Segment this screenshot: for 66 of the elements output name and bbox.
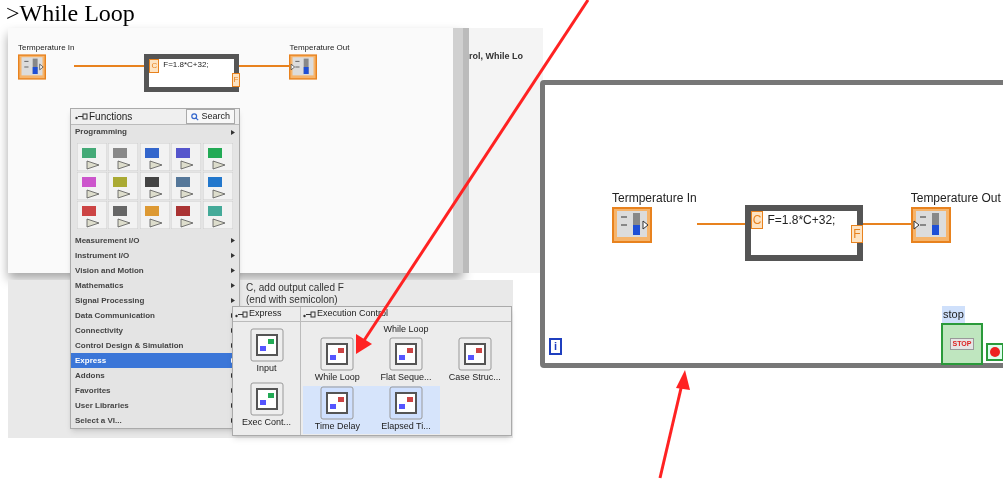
search-icon — [191, 112, 200, 121]
wire — [862, 223, 911, 225]
palette-item-label[interactable]: Elapsed Ti... — [381, 420, 431, 434]
palette-item-label[interactable]: Time Delay — [314, 420, 360, 434]
palette-item-label[interactable]: Input — [256, 362, 277, 376]
palette-title: Express — [249, 307, 282, 321]
iteration-terminal: i — [549, 338, 563, 355]
palette-item[interactable]: Case Struc... — [440, 336, 509, 384]
function-category-icon[interactable] — [139, 143, 170, 171]
palette-title: Functions — [89, 110, 133, 124]
function-category-icon[interactable] — [171, 143, 202, 171]
palette-item-label[interactable]: While Loop — [314, 370, 360, 384]
wire — [239, 65, 290, 67]
thermometer-terminal-icon — [18, 54, 46, 80]
palette-item[interactable]: Time Delay — [303, 386, 372, 434]
palette-item-icon[interactable] — [389, 336, 423, 371]
palette-item-icon[interactable] — [320, 336, 355, 371]
palette-item-label[interactable]: Exec Cont... — [242, 415, 291, 429]
thermometer-terminal-icon — [612, 207, 652, 243]
search-button[interactable]: Search — [186, 108, 235, 125]
function-category-icon[interactable] — [77, 201, 107, 229]
formula-input-terminal: C — [750, 211, 764, 229]
pin-icon[interactable] — [303, 310, 316, 318]
palette-item-icon[interactable] — [249, 381, 284, 416]
function-category-icon[interactable] — [139, 172, 170, 200]
palette-category[interactable]: Measurement I/O — [71, 233, 239, 248]
palette-item[interactable]: While Loop — [303, 336, 372, 384]
palette-category[interactable]: Instrument I/O — [71, 248, 239, 263]
tooltip-text: While Loop — [383, 323, 429, 336]
palette-item-icon[interactable] — [389, 386, 423, 420]
terminal-label: Termperature In — [612, 190, 697, 207]
pin-icon[interactable] — [235, 310, 248, 318]
formula-output-terminal: F — [231, 73, 241, 87]
function-category-icon[interactable] — [171, 201, 202, 229]
document-text: rol, While Lo — [469, 50, 523, 63]
palette-item-icon[interactable] — [320, 386, 355, 420]
thermometer-terminal-icon — [910, 207, 951, 243]
palette-category[interactable]: Signal Processing — [71, 293, 239, 308]
palette-category[interactable]: Programming — [71, 125, 239, 139]
terminal-label: Termperature In — [18, 42, 75, 54]
formula-output-terminal: F — [851, 225, 863, 243]
palette-category[interactable]: Mathematics — [71, 278, 239, 293]
formula-text: F=1.8*C+32; — [767, 212, 836, 229]
palette-item-label[interactable]: Flat Seque... — [380, 370, 432, 384]
function-category-icon[interactable] — [202, 172, 233, 200]
palette-item-label[interactable]: Case Struc... — [448, 370, 501, 384]
loop-condition-icon — [986, 343, 1003, 361]
terminal-label: Temperature Out — [289, 42, 350, 54]
palette-item[interactable]: Flat Seque... — [371, 336, 441, 384]
wire — [696, 223, 745, 225]
terminal-label: Temperature Out — [910, 190, 1001, 207]
palette-item-icon[interactable] — [457, 336, 492, 371]
function-category-icon[interactable] — [171, 172, 202, 200]
formula-input-terminal: C — [149, 59, 160, 73]
thermometer-terminal-icon — [289, 54, 318, 80]
pin-icon[interactable] — [75, 113, 88, 120]
terminal-label: stop — [942, 306, 965, 323]
palette-category[interactable]: Vision and Motion — [71, 263, 239, 278]
palette-item-icon[interactable] — [249, 328, 284, 362]
formula-text: F=1.8*C+32; — [163, 59, 209, 71]
document-text: (end with semicolon) — [246, 293, 338, 307]
palette-item[interactable]: Elapsed Ti... — [371, 386, 441, 434]
wire — [74, 65, 145, 67]
page-heading: >While Loop — [6, 0, 135, 28]
function-category-icon[interactable] — [108, 201, 139, 229]
document-text: C, add output called F — [246, 281, 344, 295]
